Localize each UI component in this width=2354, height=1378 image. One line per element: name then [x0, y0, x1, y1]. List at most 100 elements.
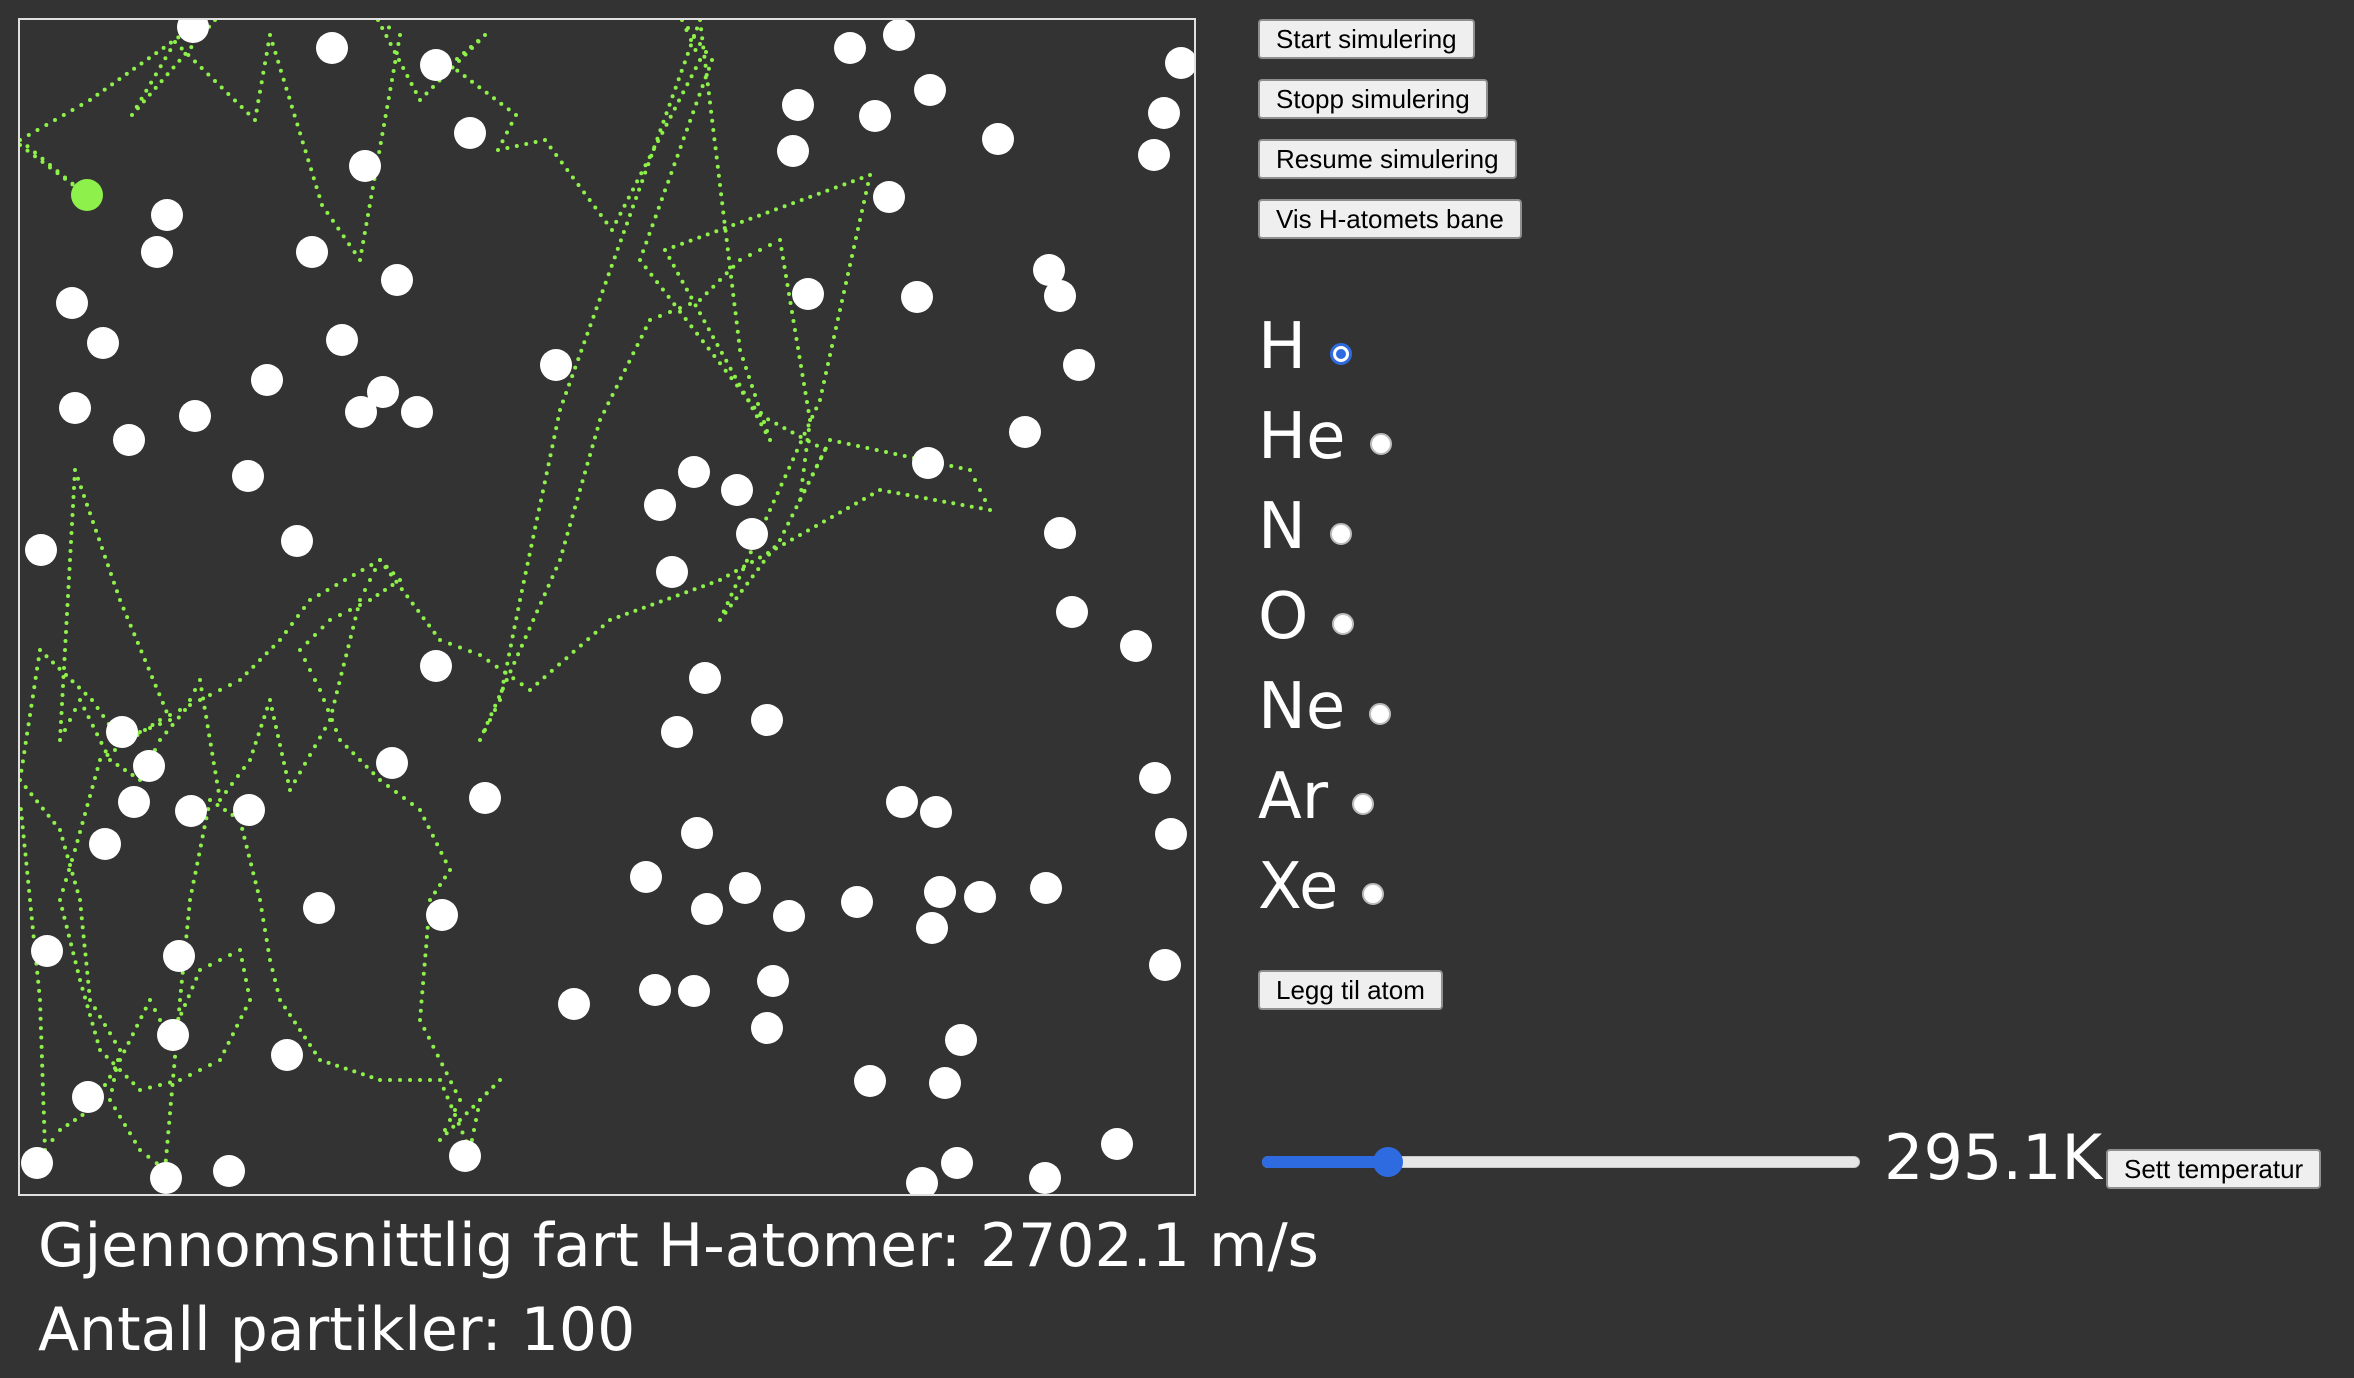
h-path-dot	[130, 1032, 135, 1037]
h-path-dot	[382, 123, 386, 127]
element-option-o[interactable]: O	[1258, 577, 1355, 657]
h-path-dot	[369, 195, 374, 199]
h-path-dot	[132, 66, 137, 71]
h-path-dot	[658, 599, 663, 604]
element-option-xe[interactable]: Xe	[1258, 847, 1385, 927]
particle-count-text: Antall partikler: 100	[38, 1295, 636, 1365]
h-path-dot	[200, 834, 205, 839]
element-radio-xe[interactable]	[1362, 883, 1385, 905]
h-path-dot	[23, 740, 28, 745]
h-path-dot	[814, 443, 819, 448]
h-path-dot	[270, 707, 274, 711]
h-path-dot	[738, 348, 742, 352]
h-path-dot	[164, 730, 169, 735]
element-option-he[interactable]: He	[1258, 397, 1392, 477]
h-path-dot	[26, 722, 31, 727]
h-path-dot	[750, 574, 755, 579]
h-path-dot	[933, 498, 937, 502]
h-path-dot	[150, 675, 155, 680]
h-path-dot	[535, 609, 540, 614]
element-option-h[interactable]: H	[1258, 307, 1353, 387]
h-path-dot	[368, 598, 372, 602]
h-path-dot	[666, 294, 671, 299]
resume-simulation-button[interactable]: Resume simulering	[1258, 139, 1517, 179]
h-path-dot	[64, 630, 68, 634]
h-path-dot	[808, 418, 812, 422]
h-path-dot	[660, 287, 665, 292]
element-option-n[interactable]: N	[1258, 487, 1352, 567]
h-path-dot	[242, 766, 246, 770]
h-path-dot	[244, 844, 249, 849]
element-radio-n[interactable]	[1329, 523, 1352, 545]
h-path-dot	[698, 298, 702, 302]
h-path-dot	[61, 113, 66, 117]
h-path-dot	[282, 761, 286, 765]
h-path-dot	[90, 785, 95, 789]
h-path-dot	[512, 625, 517, 630]
h-path-dot	[634, 196, 639, 200]
h-path-dot	[608, 618, 612, 622]
start-simulation-button[interactable]: Start simulering	[1258, 19, 1475, 59]
h-path-dot	[741, 357, 745, 361]
stop-simulation-button[interactable]: Stopp simulering	[1258, 79, 1488, 119]
h-path-dot	[794, 337, 799, 341]
set-temperature-button[interactable]: Sett temperatur	[2106, 1149, 2322, 1189]
show-h-path-button[interactable]: Vis H-atomets bane	[1258, 199, 1522, 239]
h-path-dot	[493, 708, 497, 712]
h-path-dot	[579, 348, 584, 353]
add-atom-button[interactable]: Legg til atom	[1258, 970, 1443, 1010]
h-path-dot	[641, 249, 646, 254]
h-path-dot	[401, 66, 406, 70]
h-path-dot	[208, 798, 212, 802]
h-path-dot	[514, 616, 519, 621]
element-radio-he[interactable]	[1369, 433, 1392, 455]
h-path-dot	[79, 485, 83, 490]
h-path-dot	[352, 250, 357, 255]
temperature-slider[interactable]	[1262, 1147, 1860, 1177]
h-path-dot	[806, 480, 811, 485]
h-path-dot	[768, 438, 772, 442]
h-path-dot	[298, 770, 302, 775]
h-path-dot	[298, 648, 302, 652]
element-radio-h[interactable]	[1330, 343, 1353, 365]
gas-particle	[656, 556, 688, 588]
element-option-ar[interactable]: Ar	[1258, 757, 1375, 837]
h-path-dot	[173, 40, 177, 44]
h-path-dot	[735, 329, 740, 334]
h-path-dot	[263, 61, 267, 66]
h-path-dot	[689, 38, 693, 42]
h-path-dot	[803, 391, 808, 395]
h-path-dot	[702, 54, 707, 59]
gas-particle	[381, 264, 413, 296]
h-path-dot	[391, 69, 396, 73]
h-path-dot	[782, 426, 787, 431]
h-path-dot	[168, 1111, 172, 1116]
h-path-dot	[197, 852, 202, 857]
element-radio-ne[interactable]	[1369, 703, 1392, 725]
h-path-dot	[322, 698, 326, 702]
element-radio-ar[interactable]	[1352, 793, 1375, 815]
element-radio-o[interactable]	[1332, 613, 1355, 635]
h-path-dot	[846, 506, 850, 510]
gas-particle	[72, 1081, 104, 1113]
h-path-dot	[226, 1040, 231, 1045]
h-path-dot	[399, 587, 404, 592]
h-path-dot	[765, 429, 769, 433]
h-path-dot	[731, 264, 736, 269]
h-path-dot	[505, 146, 510, 150]
gas-particle	[916, 912, 948, 944]
h-path-dot	[711, 335, 716, 340]
slider-thumb[interactable]	[1372, 1147, 1403, 1177]
h-path-dot	[77, 685, 81, 690]
h-path-dot	[20, 768, 24, 773]
h-path-dot	[198, 698, 202, 702]
h-path-dot	[453, 1113, 457, 1117]
h-path-dot	[713, 146, 718, 151]
h-path-dot	[99, 740, 104, 745]
h-path-dot	[667, 255, 672, 260]
element-option-ne[interactable]: Ne	[1258, 667, 1392, 747]
h-path-dot	[308, 1043, 312, 1047]
h-path-dot	[549, 668, 554, 673]
h-path-dot	[123, 1123, 127, 1127]
gas-particle	[426, 899, 458, 931]
